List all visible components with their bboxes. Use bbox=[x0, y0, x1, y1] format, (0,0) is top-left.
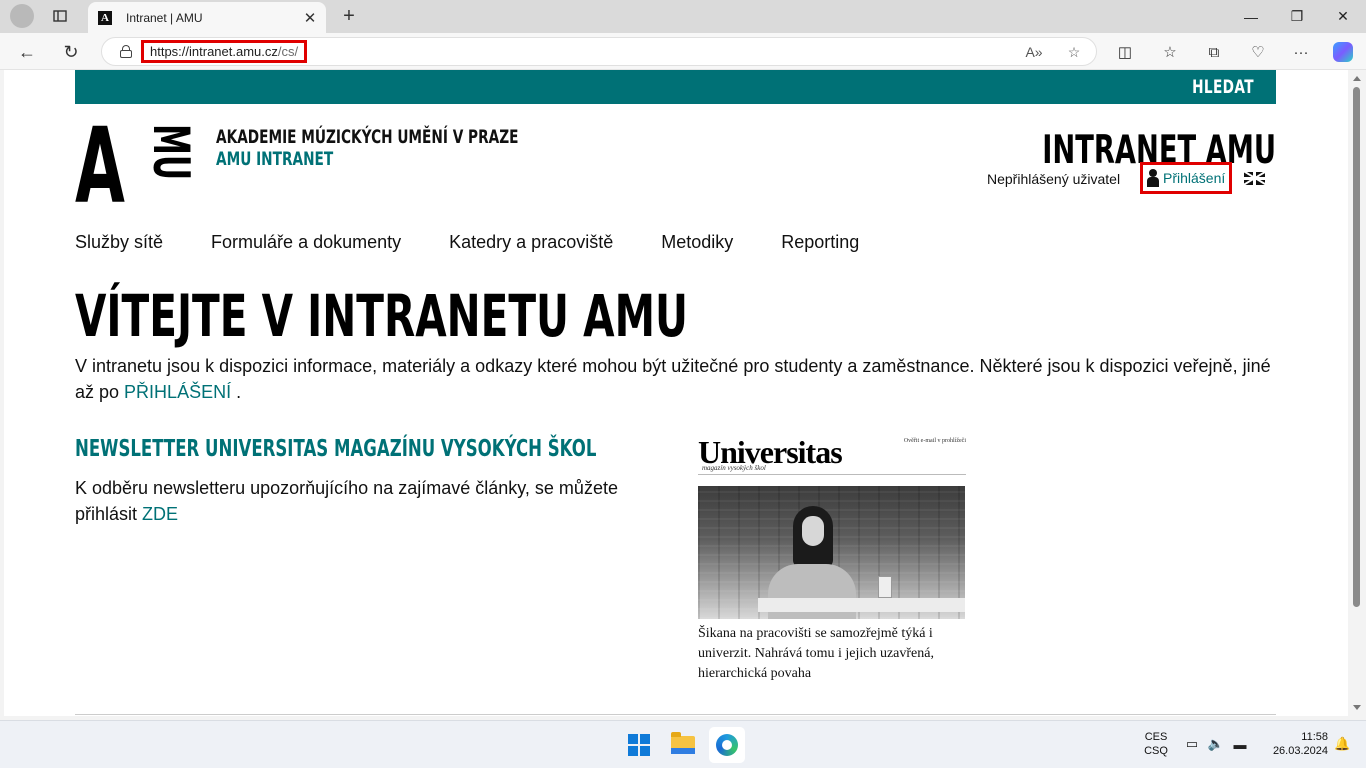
intro-text: V intranetu jsou k dispozici informace, … bbox=[75, 356, 1271, 402]
maximize-icon[interactable]: ❐ bbox=[1274, 0, 1320, 33]
start-button[interactable] bbox=[621, 727, 657, 763]
edge-taskbar-button[interactable] bbox=[709, 727, 745, 763]
divider bbox=[75, 714, 1276, 715]
intro-login-link[interactable]: PŘIHLÁŠENÍ bbox=[124, 382, 231, 402]
login-link[interactable]: Přihlášení bbox=[1163, 170, 1225, 186]
search-link[interactable]: HLEDAT bbox=[1192, 76, 1254, 98]
folder-icon bbox=[671, 732, 695, 754]
lang-bottom: CSQ bbox=[1144, 745, 1168, 757]
split-screen-icon[interactable]: ◫ bbox=[1114, 41, 1136, 63]
notification-bell-icon[interactable]: 🔔 bbox=[1334, 736, 1350, 752]
browser-essentials-icon[interactable]: ♡ bbox=[1247, 41, 1269, 63]
more-icon[interactable]: ··· bbox=[1290, 41, 1312, 63]
lock-icon[interactable] bbox=[120, 45, 132, 58]
taskbar: CES CSQ ▭ 🔈 ▬ 11:58 26.03.2024 🔔 bbox=[0, 720, 1366, 768]
address-toolbar: ← ↻ https://intranet.amu.cz/cs/ A» ☆ ◫ ☆… bbox=[0, 33, 1366, 70]
address-bar[interactable]: https://intranet.amu.cz/cs/ A» ☆ bbox=[101, 37, 1097, 66]
login-button[interactable]: Přihlášení bbox=[1140, 162, 1232, 194]
nav-item-formulare[interactable]: Formuláře a dokumenty bbox=[211, 232, 401, 253]
new-tab-icon[interactable]: + bbox=[337, 5, 361, 27]
network-icon[interactable]: ▭ bbox=[1184, 736, 1200, 752]
clock-time: 11:58 bbox=[1301, 731, 1328, 743]
article-caption: Šikana na pracovišti se samozřejmě týká … bbox=[698, 626, 934, 681]
nav-item-katedry[interactable]: Katedry a pracoviště bbox=[449, 232, 613, 253]
scroll-down-icon[interactable] bbox=[1353, 705, 1361, 710]
main-navigation: Služby sítě Formuláře a dokumenty Katedr… bbox=[75, 232, 907, 253]
browser-tab-bar: A Intranet | AMU ✕ + — ❐ ✕ bbox=[0, 0, 1366, 33]
clock-date: 26.03.2024 bbox=[1272, 745, 1328, 757]
tab-actions-icon[interactable] bbox=[48, 5, 72, 27]
windows-icon bbox=[628, 734, 650, 756]
close-icon[interactable]: ✕ bbox=[302, 9, 318, 27]
scrollbar-thumb[interactable] bbox=[1353, 87, 1360, 607]
intro-end: . bbox=[231, 382, 242, 402]
input-language[interactable]: CES CSQ bbox=[1140, 730, 1172, 758]
refresh-icon[interactable]: ↻ bbox=[58, 39, 84, 65]
url-host: https://intranet.amu.cz bbox=[150, 44, 278, 59]
top-bar: HLEDAT bbox=[75, 70, 1276, 104]
english-flag-icon[interactable] bbox=[1244, 172, 1265, 185]
page-viewport: HLEDAT A MU AKADEMIE MÚZICKÝCH UMĚNÍ V P… bbox=[4, 70, 1348, 716]
profile-icon[interactable] bbox=[10, 4, 34, 28]
battery-icon[interactable]: ▬ bbox=[1232, 736, 1248, 752]
nav-item-sluzby-site[interactable]: Služby sítě bbox=[75, 232, 163, 253]
favicon-icon: A bbox=[98, 10, 112, 25]
newsletter-image[interactable]: Universitas magazín vysokých škol Ověřit… bbox=[698, 434, 966, 686]
favorite-star-icon[interactable]: ☆ bbox=[1064, 42, 1084, 62]
copilot-icon[interactable] bbox=[1332, 41, 1354, 63]
newsletter-heading: NEWSLETTER UNIVERSITAS MAGAZÍNU VYSOKÝCH… bbox=[75, 436, 597, 462]
page-title: VÍTEJTE V INTRANETU AMU bbox=[75, 282, 688, 350]
newsletter-link[interactable]: ZDE bbox=[142, 504, 178, 524]
intro-paragraph: V intranetu jsou k dispozici informace, … bbox=[75, 353, 1275, 405]
logo-letters-mu: MU bbox=[142, 124, 200, 181]
tab-title: Intranet | AMU bbox=[126, 10, 203, 25]
url-highlight[interactable]: https://intranet.amu.cz/cs/ bbox=[141, 40, 308, 63]
back-icon[interactable]: ← bbox=[14, 39, 40, 65]
amu-logo[interactable]: A MU bbox=[75, 114, 200, 218]
logo-letter-a: A bbox=[75, 105, 125, 227]
page-scrollbar[interactable] bbox=[1348, 70, 1366, 716]
system-clock[interactable]: 11:58 26.03.2024 bbox=[1262, 730, 1328, 758]
org-name[interactable]: AKADEMIE MÚZICKÝCH UMĚNÍ V PRAZE bbox=[216, 126, 518, 148]
nav-item-reporting[interactable]: Reporting bbox=[781, 232, 859, 253]
volume-icon[interactable]: 🔈 bbox=[1208, 736, 1224, 752]
divider bbox=[698, 474, 966, 475]
scroll-up-icon[interactable] bbox=[1353, 76, 1361, 81]
newsletter-paragraph: K odběru newsletteru upozorňujícího na z… bbox=[75, 475, 635, 527]
url-path: /cs/ bbox=[277, 44, 299, 59]
collections-icon[interactable]: ⧉ bbox=[1203, 41, 1225, 63]
minimize-icon[interactable]: — bbox=[1228, 0, 1274, 33]
universitas-tagline: magazín vysokých škol bbox=[702, 464, 766, 472]
org-subtitle[interactable]: AMU INTRANET bbox=[216, 148, 333, 170]
person-icon bbox=[1147, 169, 1159, 187]
edge-icon bbox=[716, 734, 738, 756]
nav-item-metodiky[interactable]: Metodiky bbox=[661, 232, 733, 253]
universitas-verify-text: Ověřit e-mail v prohlížeči bbox=[903, 438, 966, 444]
read-aloud-icon[interactable]: A» bbox=[1024, 42, 1044, 62]
article-photo bbox=[698, 486, 965, 619]
lang-top: CES bbox=[1144, 731, 1168, 743]
user-status: Nepřihlášený uživatel bbox=[987, 171, 1121, 187]
active-tab[interactable]: A Intranet | AMU ✕ bbox=[88, 2, 326, 33]
close-window-icon[interactable]: ✕ bbox=[1320, 0, 1366, 33]
file-explorer-button[interactable] bbox=[665, 727, 701, 763]
favorites-icon[interactable]: ☆ bbox=[1159, 41, 1181, 63]
